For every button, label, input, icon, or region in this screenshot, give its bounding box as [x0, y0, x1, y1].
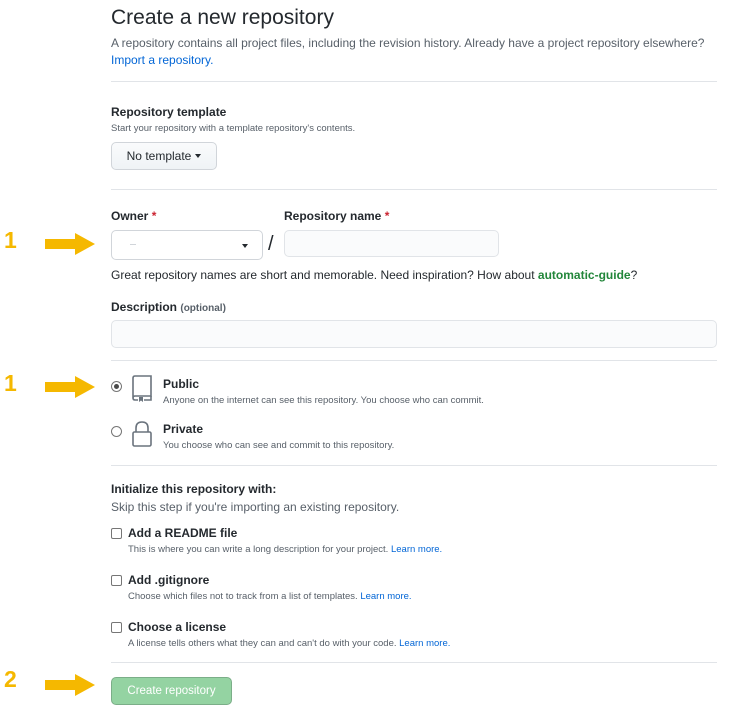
license-option-note: A license tells others what they can and… — [128, 638, 450, 649]
gitignore-learn-more-link[interactable]: Learn more. — [360, 591, 411, 602]
owner-label-text: Owner — [111, 209, 149, 223]
public-option-note: Anyone on the internet can see this repo… — [163, 395, 484, 406]
private-radio[interactable] — [111, 426, 122, 437]
gitignore-option-note: Choose which files not to track from a l… — [128, 591, 412, 602]
repo-name-label: Repository name * — [284, 209, 389, 223]
initialize-heading: Initialize this repository with: — [111, 482, 277, 496]
suggestion-text: Great repository names are short and mem… — [111, 268, 535, 282]
description-label: Description (optional) — [111, 300, 226, 314]
required-mark: * — [384, 209, 390, 223]
owner-select[interactable] — [111, 230, 263, 260]
divider — [111, 662, 717, 663]
annotation-number: 1 — [4, 227, 17, 253]
create-repository-button[interactable]: Create repository — [111, 677, 232, 705]
optional-tag: (optional) — [180, 303, 226, 314]
public-option-title: Public — [163, 377, 200, 391]
owner-value — [130, 244, 136, 245]
arrow-right-icon — [45, 376, 95, 398]
license-learn-more-link[interactable]: Learn more. — [399, 638, 450, 649]
caret-down-icon — [242, 244, 248, 248]
owner-repo-separator: / — [268, 233, 274, 255]
private-option-note: You choose who can see and commit to thi… — [163, 440, 395, 451]
divider — [111, 360, 717, 361]
caret-down-icon — [195, 154, 202, 158]
gitignore-checkbox[interactable] — [111, 575, 122, 586]
import-repository-link[interactable]: Import a repository. — [111, 53, 213, 67]
gitignore-option-title: Add .gitignore — [128, 573, 210, 587]
template-select-button[interactable]: No template — [111, 142, 217, 170]
readme-option-title: Add a README file — [128, 526, 238, 540]
readme-checkbox[interactable] — [111, 528, 122, 539]
annotation-number: 2 — [4, 666, 17, 692]
page-description: A repository contains all project files,… — [111, 35, 721, 69]
suggested-name[interactable]: automatic-guide — [538, 268, 631, 282]
description-input[interactable] — [111, 320, 717, 348]
owner-label: Owner * — [111, 209, 156, 223]
gitignore-note-text: Choose which files not to track from a l… — [128, 591, 358, 602]
template-label: Repository template — [111, 105, 227, 119]
repo-name-label-text: Repository name — [284, 209, 382, 223]
lock-icon — [132, 421, 152, 447]
readme-note-text: This is where you can write a long descr… — [128, 544, 389, 555]
divider — [111, 189, 717, 190]
initialize-note: Skip this step if you're importing an ex… — [111, 500, 400, 514]
arrow-right-icon — [45, 233, 95, 255]
repository-name-input[interactable] — [284, 230, 499, 257]
template-select-label: No template — [126, 149, 192, 163]
readme-learn-more-link[interactable]: Learn more. — [391, 544, 442, 555]
readme-option-note: This is where you can write a long descr… — [128, 544, 442, 555]
private-option-title: Private — [163, 422, 204, 436]
divider — [111, 465, 717, 466]
license-option-title: Choose a license — [128, 620, 227, 634]
required-mark: * — [151, 209, 157, 223]
divider — [111, 81, 717, 82]
template-note: Start your repository with a template re… — [111, 123, 356, 134]
description-label-text: Description — [111, 300, 178, 314]
public-radio[interactable] — [111, 381, 122, 392]
page-description-text: A repository contains all project files,… — [111, 36, 705, 50]
annotation-number: 1 — [4, 370, 17, 396]
arrow-right-icon — [45, 674, 95, 696]
license-checkbox[interactable] — [111, 622, 122, 633]
page-title: Create a new repository — [111, 6, 334, 29]
repo-icon — [132, 375, 152, 402]
name-suggestion: Great repository names are short and mem… — [111, 268, 637, 282]
suggestion-suffix: ? — [630, 268, 638, 282]
license-note-text: A license tells others what they can and… — [128, 638, 397, 649]
